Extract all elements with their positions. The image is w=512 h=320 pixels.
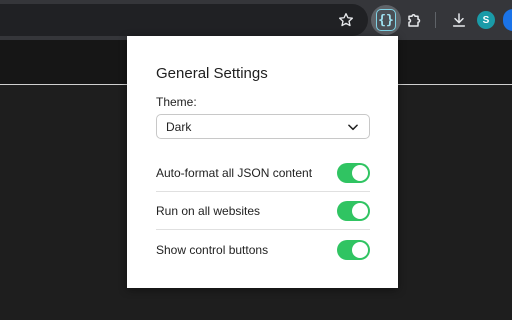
json-extension-icon: {} [376, 9, 396, 31]
setting-row-auto-format: Auto-format all JSON content [156, 154, 370, 192]
avatar[interactable]: S [477, 11, 495, 29]
browser-toolbar: {} S [0, 0, 512, 40]
settings-popup: General Settings Theme: Dark Auto-format… [127, 36, 398, 288]
star-icon[interactable] [336, 10, 356, 30]
setting-label-auto-format: Auto-format all JSON content [156, 165, 313, 180]
popup-title: General Settings [156, 65, 268, 82]
setting-label-control-buttons: Show control buttons [156, 243, 269, 257]
toggle-knob [352, 202, 368, 219]
json-extension-button[interactable]: {} [371, 5, 401, 35]
theme-select-value: Dark [166, 119, 192, 134]
theme-label: Theme: [156, 95, 197, 109]
menu-button[interactable] [503, 9, 512, 31]
download-icon[interactable] [448, 9, 470, 31]
setting-row-run-all-websites: Run on all websites [156, 192, 370, 230]
address-bar[interactable] [0, 4, 368, 36]
chevron-down-icon [348, 123, 358, 130]
auto-format-toggle[interactable] [337, 162, 370, 183]
run-all-websites-toggle[interactable] [337, 200, 370, 221]
puzzle-icon[interactable] [404, 9, 426, 31]
json-extension-glyph: {} [378, 12, 394, 28]
setting-label-run-all-websites: Run on all websites [156, 203, 261, 218]
avatar-initial: S [482, 14, 490, 26]
toolbar-divider [435, 12, 436, 28]
toggle-knob [352, 164, 368, 181]
setting-row-control-buttons: Show control buttons [156, 231, 370, 269]
theme-select[interactable]: Dark [156, 114, 370, 139]
control-buttons-toggle[interactable] [337, 240, 370, 260]
toggle-knob [352, 242, 368, 258]
